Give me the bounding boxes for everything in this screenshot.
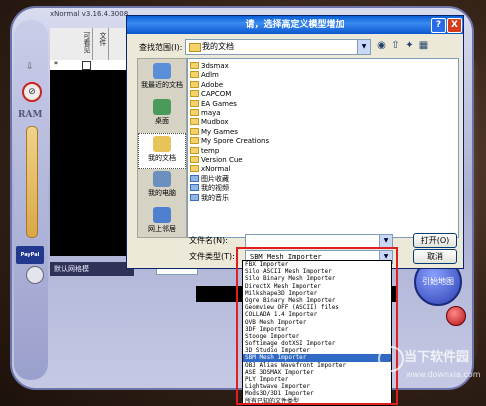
open-file-dialog: 请，选择高定义模型增加 ? X 查找范围(I): 我的文档 ▼ ◉ ⇧ ✦ ▦ … [126, 15, 464, 269]
lookin-label: 查找范围(I): [139, 43, 183, 52]
file-name: Adlm [201, 71, 219, 80]
file-name: 我的视频 [201, 184, 229, 193]
new-folder-icon[interactable]: ✦ [403, 39, 416, 52]
place-recent[interactable]: 我最近的文档 [138, 61, 186, 97]
folder-icon [190, 109, 199, 116]
file-name: Adobe [201, 80, 224, 89]
folder-icon [190, 165, 199, 173]
cancel-button[interactable]: 取消 [413, 249, 457, 264]
visible-checkbox[interactable] [82, 61, 91, 70]
folder-icon [190, 62, 199, 69]
place-my-documents[interactable]: 我的文档 [138, 133, 186, 169]
ram-label: RAM [18, 110, 43, 120]
folder-icon [189, 43, 201, 52]
arrow-down-icon[interactable]: ⇩ [26, 62, 34, 72]
place-label: 我最近的文档 [141, 81, 183, 89]
file-name: EA Games [201, 99, 237, 108]
my-computer-icon [153, 171, 171, 187]
recent-docs-icon [153, 63, 171, 79]
mesh-grid-new-row[interactable]: * [50, 60, 130, 70]
folder-icon [190, 146, 199, 154]
file-name: xNormal [201, 165, 231, 174]
folder-icon [190, 156, 199, 163]
chevron-down-icon[interactable]: ▼ [357, 40, 370, 54]
places-bar: 我最近的文档 桌面 我的文档 我的电脑 网上邻居 [137, 58, 187, 238]
file-name: maya [201, 109, 221, 117]
close-button[interactable]: X [447, 18, 462, 33]
watermark-logo-text: 当下软件园 [404, 350, 470, 365]
filename-label: 文件名(N): [189, 236, 228, 245]
open-button[interactable]: 打开(O) [413, 233, 457, 248]
round-toggle-button[interactable] [26, 266, 44, 284]
place-desktop[interactable]: 桌面 [138, 97, 186, 133]
watermark-url: www.downxia.com [406, 370, 481, 379]
mesh-grid-header: 可看见 文件 [50, 28, 130, 64]
help-button[interactable]: ? [431, 18, 446, 33]
file-list[interactable]: 3dsmax Adlm Adobe CAPCOM EA Games maya Mudbox M… [187, 58, 459, 238]
chevron-down-icon[interactable]: ▼ [379, 235, 392, 247]
place-label: 桌面 [155, 117, 169, 125]
dialog-title: 请，选择高定义模型增加 [127, 16, 463, 34]
lookin-value: 我的文档 [202, 42, 234, 51]
file-name: CAPCOM [201, 90, 232, 99]
file-name: Mudbox [201, 118, 229, 127]
file-name: 我的音乐 [201, 193, 229, 202]
place-label: 我的电脑 [148, 189, 176, 197]
folder-icon [190, 137, 199, 145]
my-documents-icon [153, 136, 171, 152]
place-label: 网上邻居 [148, 225, 176, 233]
folder-icon [190, 71, 199, 79]
file-name: My Spore Creations [201, 137, 270, 146]
network-icon [153, 207, 171, 223]
special-folder-icon [190, 193, 199, 201]
grid-header-file[interactable]: 文件 [94, 28, 109, 64]
place-network[interactable]: 网上邻居 [138, 205, 186, 241]
filename-input[interactable]: ▼ [245, 234, 393, 248]
paypal-donate-button[interactable]: PayPal [16, 246, 44, 264]
folder-icon [190, 99, 199, 107]
file-name: 3dsmax [201, 62, 229, 70]
highlight-frame [236, 247, 398, 405]
file-name: 图片收藏 [201, 174, 229, 183]
up-folder-icon[interactable]: ⇧ [389, 39, 402, 52]
file-name: temp [201, 146, 220, 155]
ram-gauge [26, 126, 38, 238]
folder-icon [190, 90, 199, 98]
folder-icon [190, 118, 199, 126]
folder-icon [190, 80, 199, 88]
watermark-logo-icon [378, 346, 404, 372]
place-label: 我的文档 [148, 154, 176, 162]
exit-button[interactable] [446, 306, 466, 326]
back-icon[interactable]: ◉ [375, 39, 388, 52]
place-my-computer[interactable]: 我的电脑 [138, 169, 186, 205]
filetype-label: 文件类型(T): [189, 252, 235, 261]
lookin-combo[interactable]: 我的文档 ▼ [185, 39, 371, 55]
view-menu-icon[interactable]: ▦ [417, 39, 430, 52]
folder-icon [190, 127, 199, 135]
file-name: My Games [201, 127, 238, 136]
special-folder-icon [190, 184, 199, 192]
default-mesh-status: 默认网格模 [50, 262, 134, 276]
row-marker: * [54, 60, 58, 69]
special-folder-icon [190, 174, 199, 182]
desktop-icon [153, 99, 171, 115]
file-name: Version Cue [201, 156, 243, 164]
file-item[interactable]: 我的音乐 [190, 193, 229, 203]
grid-header-visible[interactable]: 可看见 [78, 28, 93, 64]
prohibited-icon[interactable]: ⊘ [22, 82, 42, 102]
